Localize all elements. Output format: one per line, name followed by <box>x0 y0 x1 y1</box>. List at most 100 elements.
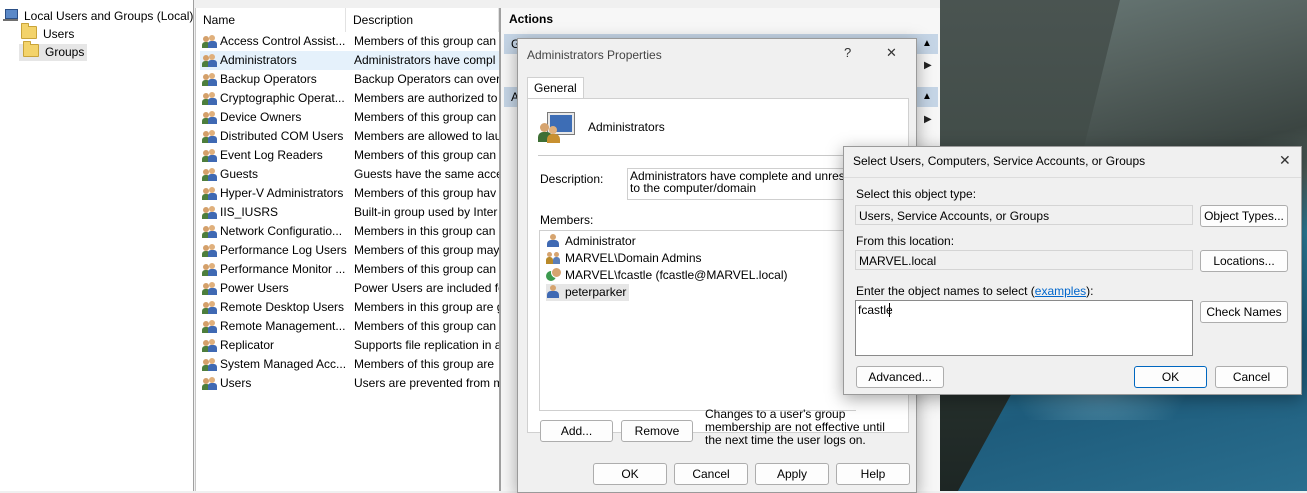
object-names-label-prefix: Enter the object names to select ( <box>856 284 1035 298</box>
table-row[interactable]: Hyper-V Administrators Members of this gr… <box>200 184 499 203</box>
description-field[interactable]: Administrators have complete and unrestr… <box>627 168 858 200</box>
member-item[interactable]: MARVEL\fcastle (fcastle@MARVEL.local) <box>546 267 790 284</box>
advanced-button[interactable]: Advanced... <box>856 366 944 388</box>
group-list: Name Description Access Control Assist..… <box>195 8 500 491</box>
tab-general[interactable]: General <box>527 77 584 99</box>
member-name: MARVEL\fcastle (fcastle@MARVEL.local) <box>565 268 788 282</box>
group-description-cell: Members of this group can <box>354 34 497 48</box>
cancel-button[interactable]: Cancel <box>1215 366 1288 388</box>
domain-user-icon <box>546 268 561 281</box>
expand-arrow-icon[interactable]: ▶ <box>924 60 932 71</box>
member-name: MARVEL\Domain Admins <box>565 251 702 265</box>
table-row[interactable]: Remote Management... Members of this grou… <box>200 317 499 336</box>
help-button[interactable]: Help <box>836 463 910 485</box>
members-label: Members: <box>540 213 594 227</box>
collapse-icon[interactable]: ▲ <box>922 38 932 49</box>
group-name-cell: System Managed Acc... <box>220 357 347 371</box>
table-row[interactable]: Cryptographic Operat... Members are autho… <box>200 89 499 108</box>
member-item[interactable]: MARVEL\Domain Admins <box>546 250 705 267</box>
tree-pane: Local Users and Groups (Local) Users Gro… <box>0 0 194 491</box>
table-row[interactable]: Access Control Assist... Members of this … <box>200 32 499 51</box>
group-icon <box>202 91 217 106</box>
group-icon <box>202 129 217 144</box>
group-name-cell: Hyper-V Administrators <box>220 186 344 200</box>
group-description-cell: Members in this group can <box>354 224 496 238</box>
group-name-cell: Cryptographic Operat... <box>220 91 345 105</box>
group-icon <box>202 110 217 125</box>
dialog-title: Administrators Properties <box>527 48 662 62</box>
table-row[interactable]: Network Configuratio... Members in this g… <box>200 222 499 241</box>
group-icon <box>202 148 217 163</box>
location-field: MARVEL.local <box>855 250 1193 270</box>
select-users-dialog: Select Users, Computers, Service Account… <box>843 146 1302 395</box>
group-icon <box>202 281 217 296</box>
group-name-cell: Users <box>220 376 252 390</box>
group-icon <box>538 111 574 143</box>
group-name-cell: Remote Management... <box>220 319 346 333</box>
ok-button[interactable]: OK <box>1134 366 1207 388</box>
members-list[interactable]: Administrator MARVEL\Domain Admins MARVE… <box>539 230 856 411</box>
object-type-label: Select this object type: <box>856 187 977 201</box>
table-row[interactable]: System Managed Acc... Members of this gro… <box>200 355 499 374</box>
group-icon <box>202 376 217 391</box>
group-description-cell: Members of this group hav <box>354 186 497 200</box>
group-name: Administrators <box>588 120 665 134</box>
table-row[interactable]: Performance Log Users Members of this gro… <box>200 241 499 260</box>
group-name-cell: Access Control Assist... <box>220 34 346 48</box>
tree-root[interactable]: Local Users and Groups (Local) <box>3 8 193 25</box>
object-names-label-suffix: ): <box>1086 284 1094 298</box>
group-description-cell: Supports file replication in a <box>354 338 499 352</box>
table-row[interactable]: Replicator Supports file replication in a <box>200 336 499 355</box>
description-label: Description: <box>540 172 604 186</box>
collapse-icon[interactable]: ▲ <box>922 91 932 102</box>
tree-item-label: Users <box>43 27 75 41</box>
table-row[interactable]: IIS_IUSRS Built-in group used by Inter <box>200 203 499 222</box>
group-description-cell: Built-in group used by Inter <box>354 205 498 219</box>
group-icon <box>202 205 217 220</box>
locations-button[interactable]: Locations... <box>1200 250 1288 272</box>
object-type-field: Users, Service Accounts, or Groups <box>855 205 1193 225</box>
group-name-cell: Device Owners <box>220 110 302 124</box>
group-name-cell: Guests <box>220 167 259 181</box>
expand-arrow-icon[interactable]: ▶ <box>924 114 932 125</box>
column-header-name[interactable]: Name <box>196 8 346 32</box>
group-icon <box>202 262 217 277</box>
table-row[interactable]: Backup Operators Backup Operators can ove… <box>200 70 499 89</box>
table-row[interactable]: Power Users Power Users are included fo <box>200 279 499 298</box>
check-names-button[interactable]: Check Names <box>1200 301 1288 323</box>
table-row[interactable]: Distributed COM Users Members are allowed… <box>200 127 499 146</box>
apply-button[interactable]: Apply <box>755 463 829 485</box>
table-row[interactable]: Remote Desktop Users Members in this grou… <box>200 298 499 317</box>
help-icon[interactable]: ? <box>844 45 851 60</box>
text-caret <box>889 303 890 317</box>
table-row[interactable]: Users Users are prevented from m <box>200 374 499 393</box>
table-row[interactable]: Guests Guests have the same acces <box>200 165 499 184</box>
object-names-input[interactable]: fcastle <box>855 300 1193 356</box>
actions-title: Actions <box>509 12 554 26</box>
add-button[interactable]: Add... <box>540 420 613 442</box>
group-icon <box>202 300 217 315</box>
group-name-cell: Network Configuratio... <box>220 224 343 238</box>
group-name-cell: Performance Monitor ... <box>220 262 346 276</box>
group-description-cell: Members are allowed to lau <box>354 129 499 143</box>
column-header-description[interactable]: Description <box>346 8 499 32</box>
table-row[interactable]: Administrators Administrators have compl <box>200 51 499 70</box>
group-name-cell: Power Users <box>220 281 289 295</box>
tree-item-groups[interactable]: Groups <box>19 41 88 61</box>
location-label: From this location: <box>856 234 955 248</box>
object-types-button[interactable]: Object Types... <box>1200 205 1288 227</box>
ok-button[interactable]: OK <box>593 463 667 485</box>
table-row[interactable]: Device Owners Members of this group can <box>200 108 499 127</box>
cancel-button[interactable]: Cancel <box>674 463 748 485</box>
table-row[interactable]: Performance Monitor ... Members of this g… <box>200 260 499 279</box>
member-item[interactable]: peterparker <box>546 284 630 301</box>
group-description-cell: Members in this group are g <box>354 300 499 314</box>
examples-link[interactable]: examples <box>1035 284 1086 298</box>
close-icon[interactable]: ✕ <box>1279 152 1291 169</box>
member-item[interactable]: Administrator <box>546 233 639 250</box>
tree-root-label: Local Users and Groups (Local) <box>24 9 194 23</box>
group-description-cell: Members of this group may <box>354 243 499 257</box>
table-row[interactable]: Event Log Readers Members of this group c… <box>200 146 499 165</box>
remove-button[interactable]: Remove <box>621 420 693 442</box>
close-icon[interactable]: ✕ <box>886 45 897 61</box>
